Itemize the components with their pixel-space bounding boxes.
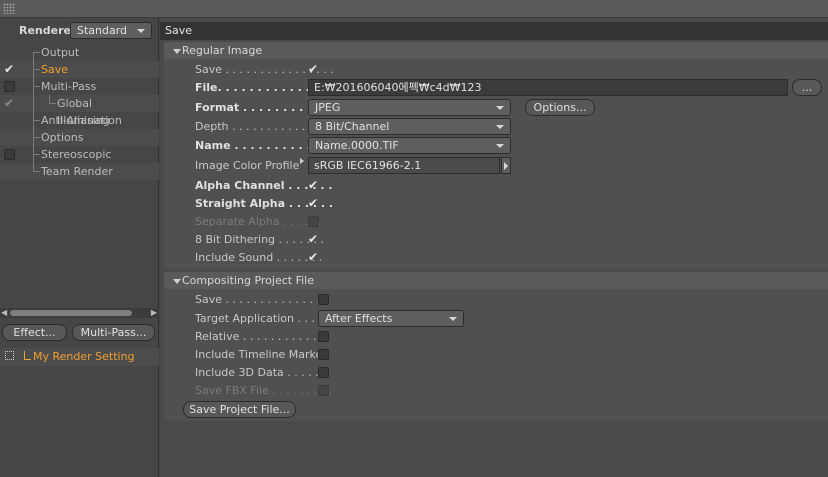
tree-item-team-render[interactable]: Team Render — [0, 163, 159, 180]
comp-save-label: Save . . . . . . . . . . . . . . . — [195, 293, 327, 306]
checkbox-icon[interactable] — [4, 149, 15, 160]
tree-item-global-illumination[interactable]: ✔ Global Illumination — [0, 95, 159, 127]
tree-item-label: Save — [41, 63, 69, 76]
options-button[interactable]: Options... — [525, 99, 595, 116]
file-path-field[interactable]: E:₩201606040에펙₩c4d₩123 — [308, 79, 788, 96]
separate-alpha-label: Separate Alpha . . . . . . — [195, 215, 322, 228]
format-dropdown[interactable]: JPEG — [308, 99, 511, 116]
tree-line — [33, 120, 40, 121]
tree-item-label: Team Render — [41, 165, 113, 178]
checkmark-icon[interactable]: ✔ — [4, 97, 14, 109]
tree-line — [33, 86, 40, 87]
name-dropdown[interactable]: Name.0000.TIF — [308, 137, 511, 154]
relative-label: Relative . . . . . . . . . . . . — [195, 330, 324, 343]
renderer-label: Renderer — [19, 24, 77, 37]
straight-alpha-checkbox[interactable]: ✔ — [308, 197, 318, 209]
tree-item-multi-pass[interactable]: Multi-Pass — [0, 78, 159, 95]
scroll-left-icon[interactable]: ◀ — [1, 309, 7, 317]
include-sound-label: Include Sound . . . . . . . — [195, 251, 323, 264]
effect-button[interactable]: Effect... — [2, 324, 67, 341]
alpha-channel-checkbox[interactable]: ✔ — [308, 179, 318, 191]
group-title: Regular Image — [182, 44, 263, 57]
multi-pass-button[interactable]: Multi-Pass... — [72, 324, 155, 341]
tree-line — [33, 95, 34, 112]
tree-item-label: Output — [41, 46, 80, 59]
horizontal-scrollbar[interactable]: ◀ ▶ — [0, 308, 159, 318]
tree-item-label: Anti-Aliasing — [41, 114, 110, 127]
target-application-label: Target Application . . . . — [195, 312, 322, 325]
renderer-row: Renderer Standard — [0, 18, 159, 44]
tree-item-label: Options — [41, 131, 84, 144]
expand-profile-icon[interactable] — [300, 158, 304, 164]
dithering-checkbox[interactable]: ✔ — [308, 233, 318, 245]
render-setting-label: My Render Setting — [33, 350, 135, 363]
tree-line — [33, 171, 40, 172]
collapse-icon[interactable] — [173, 49, 181, 54]
depth-dropdown[interactable]: 8 Bit/Channel — [308, 118, 511, 135]
compositing-group: Save . . . . . . . . . . . . . . . Targe… — [164, 289, 828, 421]
tree-line — [33, 52, 34, 61]
grip-icon[interactable] — [3, 3, 15, 14]
timeline-marker-label: Include Timeline Marker — [195, 348, 327, 361]
relative-checkbox[interactable] — [318, 331, 329, 342]
include-3d-label: Include 3D Data . . . . . . — [195, 366, 326, 379]
tree-line — [33, 52, 40, 53]
tree-line — [24, 359, 31, 360]
save-project-file-button[interactable]: Save Project File... — [183, 401, 296, 418]
render-setting-item[interactable]: My Render Setting — [0, 348, 159, 366]
color-profile-arrow-button[interactable] — [501, 157, 511, 174]
tree-item-label: Stereoscopic — [41, 148, 112, 161]
settings-tree: Output ✔ Save Multi-Pass ✔ Global Illumi… — [0, 44, 159, 180]
save-checkbox[interactable]: ✔ — [308, 63, 318, 75]
save-fbx-checkbox[interactable] — [318, 385, 329, 396]
depth-label: Depth . . . . . . . . . . . . . . — [195, 120, 327, 133]
target-application-dropdown[interactable]: After Effects — [318, 310, 464, 327]
tree-item-save[interactable]: ✔ Save — [0, 61, 159, 78]
group-title: Compositing Project File — [182, 274, 314, 287]
tree-line — [33, 137, 40, 138]
compositing-group-header[interactable]: Compositing Project File — [164, 272, 828, 289]
window-titlebar — [0, 0, 828, 18]
render-settings-sidebar: Renderer Standard Output ✔ Save Multi-Pa… — [0, 18, 159, 477]
regular-image-group-header[interactable]: Regular Image — [164, 42, 828, 59]
save-settings-panel: Save Regular Image Save . . . . . . . . … — [160, 18, 828, 477]
checkbox-icon[interactable] — [4, 81, 15, 92]
include-sound-checkbox[interactable]: ✔ — [308, 251, 318, 263]
tree-item-stereoscopic[interactable]: Stereoscopic — [0, 146, 159, 163]
tree-line — [49, 103, 56, 104]
include-3d-checkbox[interactable] — [318, 367, 329, 378]
save-fbx-label: Save FBX File . . . . . . . . . — [195, 384, 332, 397]
timeline-marker-checkbox[interactable] — [318, 349, 329, 360]
tree-item-options[interactable]: Options — [0, 129, 159, 146]
tree-item-label: Multi-Pass — [41, 80, 97, 93]
regular-image-group: Save . . . . . . . . . . . . . . . . ✔ F… — [164, 59, 828, 269]
tree-item-anti-aliasing[interactable]: Anti-Aliasing — [0, 112, 159, 129]
expand-icon[interactable] — [5, 351, 14, 360]
image-color-profile-label: Image Color Profile — [195, 159, 300, 172]
browse-file-button[interactable]: ... — [792, 79, 822, 96]
collapse-icon[interactable] — [173, 279, 181, 284]
comp-save-checkbox[interactable] — [318, 294, 329, 305]
checkmark-icon[interactable]: ✔ — [4, 63, 14, 75]
scroll-right-icon[interactable]: ▶ — [151, 309, 157, 317]
tree-line — [33, 69, 40, 70]
panel-title: Save — [160, 22, 828, 40]
scrollbar-thumb[interactable] — [10, 310, 132, 316]
tree-item-output[interactable]: Output — [0, 44, 159, 61]
dithering-label: 8 Bit Dithering . . . . . . . — [195, 233, 324, 246]
tree-line — [33, 154, 40, 155]
color-profile-field[interactable]: sRGB IEC61966-2.1 — [308, 157, 500, 174]
renderer-dropdown[interactable]: Standard — [70, 22, 152, 39]
tree-line — [24, 351, 25, 359]
separate-alpha-checkbox[interactable] — [308, 216, 319, 227]
